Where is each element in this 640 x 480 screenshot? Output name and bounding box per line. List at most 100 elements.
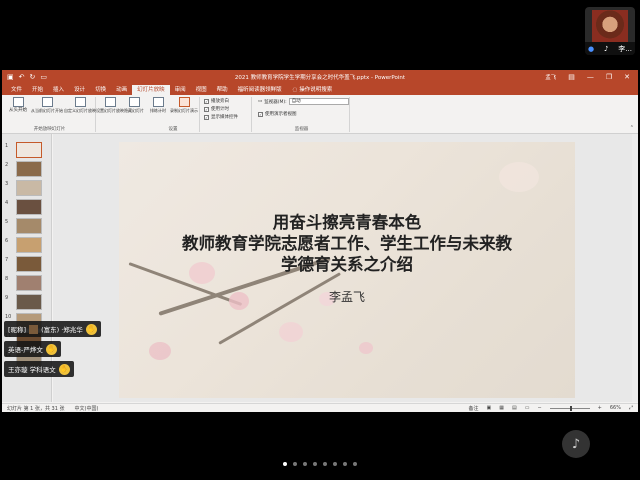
reading-view-icon[interactable]: ▤ bbox=[512, 405, 517, 411]
slideshow-view-icon[interactable]: ▭ bbox=[525, 405, 530, 411]
slide-sorter-icon[interactable]: ▦ bbox=[499, 405, 504, 411]
participant-video-tile[interactable]: ● ♪ 李... bbox=[585, 7, 635, 55]
reaction-toast: 英语-严烨文 ✋ bbox=[4, 341, 61, 357]
page-dot[interactable] bbox=[343, 462, 347, 466]
slide-thumbnail[interactable] bbox=[16, 294, 42, 310]
ribbon-tab[interactable]: 文件 bbox=[6, 85, 27, 95]
from-beginning-button[interactable]: 从头开始 bbox=[6, 97, 30, 113]
zoom-level[interactable]: 66% bbox=[610, 405, 621, 411]
ribbon-display-icon[interactable]: ▤ bbox=[568, 73, 575, 81]
vertical-scrollbar[interactable] bbox=[632, 134, 638, 402]
page-dot[interactable] bbox=[303, 462, 307, 466]
language-indicator[interactable]: 中文(中国) bbox=[75, 405, 99, 412]
slideshow-current-icon bbox=[41, 97, 53, 107]
participant-name-bar: ● ♪ 李... bbox=[585, 42, 635, 55]
undo-icon[interactable]: ↶ bbox=[19, 73, 25, 81]
page-dot[interactable] bbox=[283, 462, 287, 466]
checkbox-checked-icon: ✓ bbox=[258, 111, 263, 117]
reaction-nickname: [昵称] bbox=[8, 326, 27, 334]
thumbnail-number: 1 bbox=[5, 143, 9, 149]
slide-canvas[interactable]: 用奋斗擦亮青春本色 教师教育学院志愿者工作、学生工作与未来教 学德育关系之介绍 … bbox=[53, 134, 638, 402]
blossom bbox=[149, 342, 171, 360]
from-current-button[interactable]: 从当前幻灯片开始 bbox=[31, 97, 63, 113]
slide-thumbnail[interactable] bbox=[16, 256, 42, 272]
zoom-slider[interactable] bbox=[549, 405, 590, 411]
ribbon-tab[interactable]: 设计 bbox=[69, 85, 90, 95]
tell-me-search[interactable]: ◌ 操作说明搜索 bbox=[287, 85, 333, 95]
start-show-icon[interactable]: ▭ bbox=[40, 73, 47, 81]
save-icon[interactable]: ▣ bbox=[7, 73, 14, 81]
custom-show-icon bbox=[74, 97, 86, 107]
zoom-in-icon[interactable]: + bbox=[598, 405, 602, 411]
redo-icon[interactable]: ↻ bbox=[30, 73, 36, 81]
user-name[interactable]: 孟飞 bbox=[545, 73, 556, 81]
clap-icon: ✋ bbox=[58, 363, 70, 375]
group-monitors: ▭ 监视器(M): 自动 ✓ 使用演示者视图 监视器 bbox=[254, 97, 350, 132]
zoom-slider-knob[interactable] bbox=[569, 405, 572, 411]
page-dot[interactable] bbox=[323, 462, 327, 466]
thumbnail-number: 6 bbox=[5, 238, 9, 244]
blossom bbox=[279, 322, 303, 342]
slide-thumbnail[interactable] bbox=[16, 142, 42, 158]
thumbnail-number: 4 bbox=[5, 200, 9, 206]
participant-name: 李... bbox=[618, 44, 632, 53]
ribbon: 从头开始 从当前幻灯片开始 自定义幻灯片放映 开始放映幻灯片 设置幻灯片放映 隐… bbox=[2, 95, 638, 134]
minimize-icon[interactable]: — bbox=[587, 73, 594, 81]
fit-slide-icon[interactable]: ⤢ bbox=[629, 405, 633, 411]
slide-thumbnail[interactable] bbox=[16, 237, 42, 253]
ribbon-tab[interactable]: 动画 bbox=[111, 85, 132, 95]
window-title: 2021 教师教育学院学生学期分享会之时代华盖飞.pptx - PowerPoi… bbox=[234, 75, 406, 81]
powerpoint-window: ▣ ↶ ↻ ▭ 2021 教师教育学院学生学期分享会之时代华盖飞.pptx - … bbox=[2, 70, 638, 412]
use-timings-checkbox[interactable]: ✓ 使用计时 bbox=[204, 106, 229, 112]
ribbon-tab[interactable]: 审阅 bbox=[170, 85, 191, 95]
slide-thumbnail[interactable] bbox=[16, 275, 42, 291]
hide-slide-button[interactable]: 隐藏幻灯片 bbox=[122, 97, 146, 113]
checkbox-checked-icon: ✓ bbox=[204, 98, 209, 104]
mute-mic-button[interactable]: ♪ bbox=[562, 430, 590, 458]
thumbnail-number: 2 bbox=[5, 162, 9, 168]
ribbon-tab[interactable]: 切换 bbox=[90, 85, 111, 95]
show-media-controls-checkbox[interactable]: ✓ 显示媒体控件 bbox=[204, 114, 238, 120]
monitor-icon: ▭ bbox=[258, 99, 263, 104]
ribbon-tabs: 文件 开始 插入 设计 切换 动画 幻灯片放映 审阅 视图 帮助 福昕阅读器领鲜版 ◌ 操作说明搜索 bbox=[2, 84, 638, 95]
checkbox-checked-icon: ✓ bbox=[204, 114, 209, 120]
collapse-ribbon-icon[interactable]: ⌃ bbox=[630, 125, 634, 131]
tell-me-label: 操作说明搜索 bbox=[299, 87, 333, 93]
screen: ● ♪ 李... ▣ ↶ ↻ ▭ 2021 教师教育学院学生学期分享会之时代华盖… bbox=[0, 0, 640, 480]
participant-thumb bbox=[29, 324, 39, 334]
current-slide[interactable]: 用奋斗擦亮青春本色 教师教育学院志愿者工作、学生工作与未来教 学德育关系之介绍 … bbox=[119, 142, 575, 398]
play-narrations-checkbox[interactable]: ✓ 播放旁白 bbox=[204, 98, 229, 104]
restore-icon[interactable]: ❐ bbox=[606, 73, 612, 81]
monitor-select[interactable]: ▭ 监视器(M): 自动 bbox=[258, 98, 349, 105]
slide-thumbnail[interactable] bbox=[16, 199, 42, 215]
zoom-out-icon[interactable]: − bbox=[537, 405, 541, 411]
ribbon-tab[interactable]: 福昕阅读器领鲜版 bbox=[233, 85, 287, 95]
thumbnail-number: 7 bbox=[5, 257, 9, 263]
slide-title: 用奋斗擦亮青春本色 教师教育学院志愿者工作、学生工作与未来教 学德育关系之介绍 bbox=[182, 213, 512, 274]
close-icon[interactable]: ✕ bbox=[624, 73, 630, 81]
presenter-view-checkbox[interactable]: ✓ 使用演示者视图 bbox=[258, 111, 297, 117]
page-dot[interactable] bbox=[353, 462, 357, 466]
ribbon-tab[interactable]: 插入 bbox=[48, 85, 69, 95]
slide-thumbnail[interactable] bbox=[16, 218, 42, 234]
status-bar: 幻灯片 第 1 张，共 31 张 中文(中国) 备注 ▣ ▦ ▤ ▭ − + 6… bbox=[2, 403, 638, 412]
thumbnail-number: 5 bbox=[5, 219, 9, 225]
page-dot[interactable] bbox=[293, 462, 297, 466]
ribbon-tab[interactable]: 幻灯片放映 bbox=[132, 85, 170, 95]
rehearse-timings-button[interactable]: 排练计时 bbox=[146, 97, 170, 113]
setup-show-button[interactable]: 设置幻灯片放映 bbox=[96, 97, 124, 113]
notes-button[interactable]: 备注 bbox=[469, 405, 479, 412]
clap-icon: ✋ bbox=[85, 323, 97, 335]
normal-view-icon[interactable]: ▣ bbox=[487, 405, 492, 411]
ribbon-tab[interactable]: 帮助 bbox=[212, 85, 233, 95]
slide-thumbnail[interactable] bbox=[16, 180, 42, 196]
custom-show-button[interactable]: 自定义幻灯片放映 bbox=[64, 97, 96, 113]
record-show-button[interactable]: 录制幻灯片演示 bbox=[170, 97, 198, 113]
ribbon-tab[interactable]: 视图 bbox=[191, 85, 212, 95]
page-dot[interactable] bbox=[313, 462, 317, 466]
hide-slide-icon bbox=[128, 97, 140, 107]
page-dot[interactable] bbox=[333, 462, 337, 466]
ribbon-tab[interactable]: 开始 bbox=[27, 85, 48, 95]
slide-thumbnail[interactable] bbox=[16, 161, 42, 177]
group-start-show: 从头开始 从当前幻灯片开始 自定义幻灯片放映 开始放映幻灯片 bbox=[4, 97, 96, 132]
